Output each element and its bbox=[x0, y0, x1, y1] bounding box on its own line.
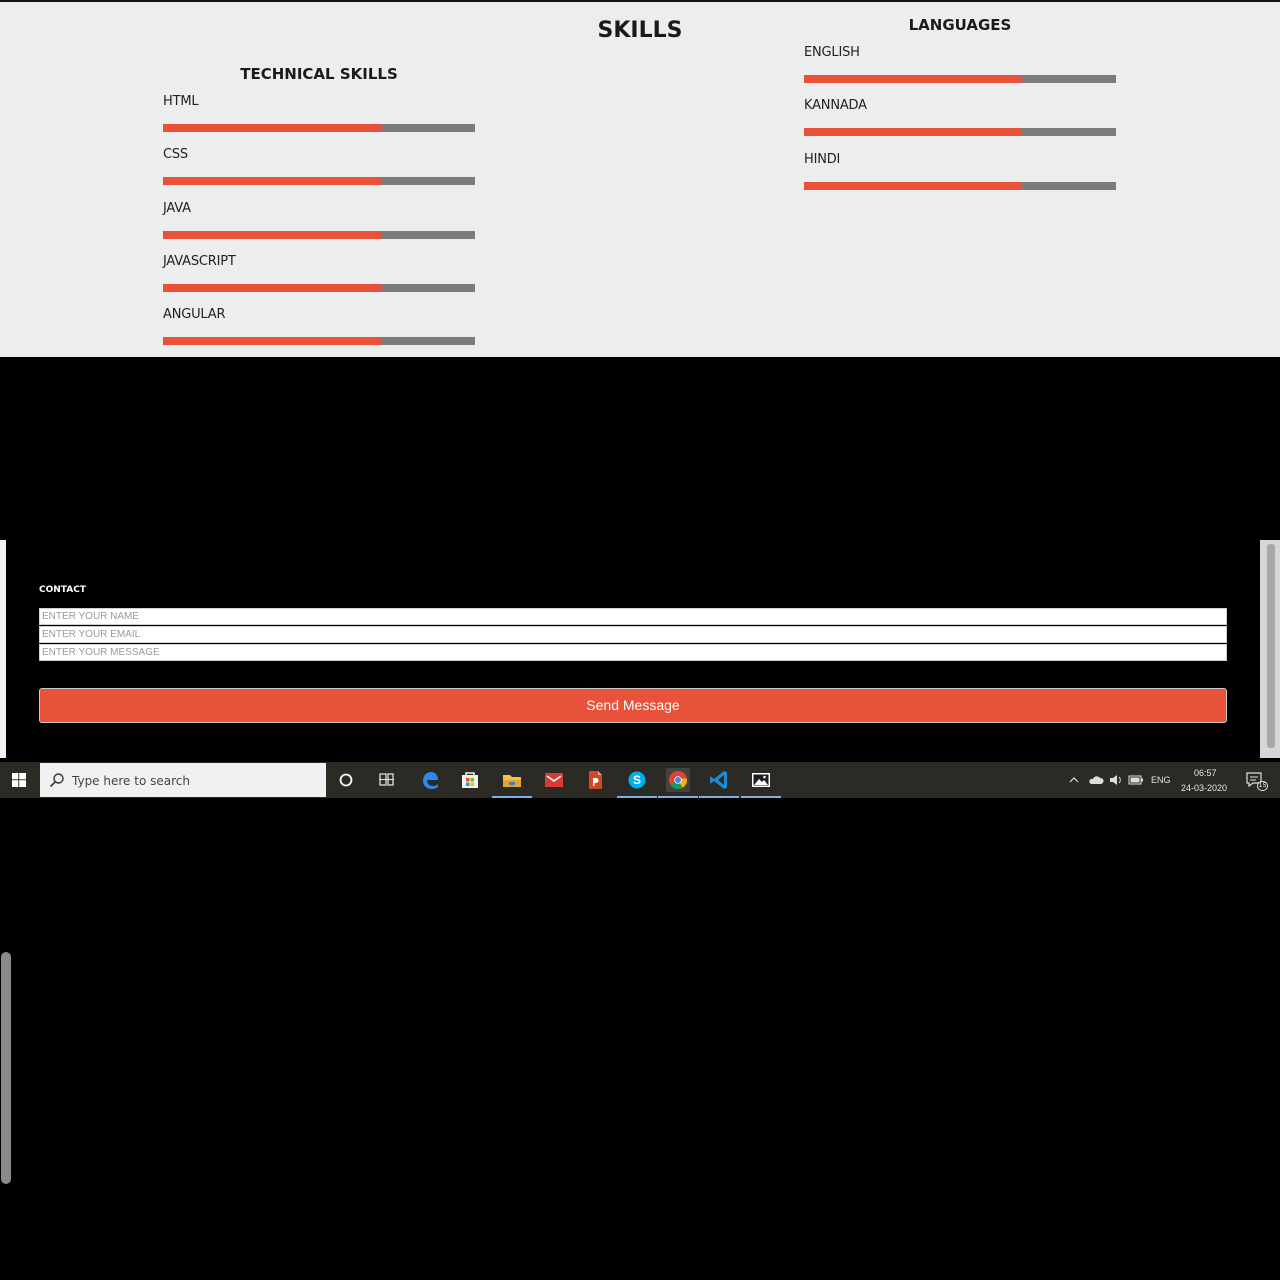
technical-skills-list: HTML CSS JAVA JAVASCRIPT ANGULAR bbox=[163, 94, 475, 360]
skill-progress-bar bbox=[163, 230, 475, 239]
skill-row: ANGULAR bbox=[163, 307, 475, 360]
left-scrollbar-thumb[interactable] bbox=[1, 952, 11, 1184]
photos-icon[interactable] bbox=[741, 768, 781, 798]
file-explorer-icon[interactable] bbox=[492, 768, 532, 798]
system-tray bbox=[1066, 762, 1156, 798]
languages-column: LANGUAGES ENGLISH KANNADA HINDI bbox=[804, 15, 1116, 205]
mail-app-icon[interactable] bbox=[542, 768, 566, 792]
skill-progress-bar bbox=[804, 181, 1116, 190]
svg-text:S: S bbox=[633, 773, 641, 787]
notification-count-badge: 15 bbox=[1257, 781, 1268, 791]
skill-progress-fill bbox=[163, 124, 382, 132]
skill-progress-fill bbox=[163, 230, 382, 239]
start-button[interactable] bbox=[0, 762, 38, 798]
technical-skills-column: TECHNICAL SKILLS HTML CSS JAVA JAVASCRIPT AN… bbox=[163, 64, 475, 360]
skill-name: HTML bbox=[163, 94, 199, 109]
volume-icon[interactable] bbox=[1108, 773, 1124, 787]
clock-time[interactable]: 06:57 bbox=[1194, 768, 1217, 778]
skill-row: JAVASCRIPT bbox=[163, 254, 475, 307]
windows-logo-icon bbox=[12, 773, 26, 787]
skill-name: ANGULAR bbox=[163, 307, 226, 323]
powerpoint-icon[interactable] bbox=[583, 768, 607, 792]
skill-row: ENGLISH bbox=[804, 45, 1116, 98]
clock-date[interactable]: 24-03-2020 bbox=[1181, 783, 1227, 793]
skype-icon[interactable]: S bbox=[617, 768, 657, 798]
taskbar-search-box[interactable]: Type here to search bbox=[40, 763, 326, 797]
skill-name: CSS bbox=[163, 147, 188, 163]
chevron-up-icon[interactable] bbox=[1068, 774, 1080, 786]
skill-row: HINDI bbox=[804, 152, 1116, 205]
skill-progress-fill bbox=[804, 181, 1023, 190]
edge-icon[interactable] bbox=[418, 768, 442, 792]
skill-name: HINDI bbox=[804, 151, 841, 167]
skill-progress-fill bbox=[163, 337, 382, 346]
skill-progress-fill bbox=[804, 75, 1023, 83]
languages-list: ENGLISH KANNADA HINDI bbox=[804, 45, 1116, 205]
input-language-indicator[interactable]: ENG bbox=[1151, 775, 1171, 785]
skills-section: SKILLS TECHNICAL SKILLS HTML CSS JAVA JAVAS… bbox=[0, 0, 1280, 357]
skill-name: KANNADA bbox=[804, 98, 867, 114]
skill-name: JAVASCRIPT bbox=[163, 253, 236, 269]
skill-name: JAVA bbox=[163, 200, 191, 216]
skill-progress-bar bbox=[163, 177, 475, 186]
skill-progress-fill bbox=[804, 128, 1023, 137]
cortana-icon[interactable] bbox=[334, 768, 358, 792]
languages-heading: LANGUAGES bbox=[908, 16, 1012, 34]
name-input[interactable]: ENTER YOUR NAME bbox=[39, 608, 1227, 625]
skill-row: HTML bbox=[163, 94, 475, 147]
technical-skills-heading: TECHNICAL SKILLS bbox=[240, 65, 398, 83]
skill-row: JAVA bbox=[163, 201, 475, 254]
windows-taskbar: Type here to search S ENG 06:57 24-03-20… bbox=[0, 762, 1280, 798]
chrome-icon[interactable] bbox=[658, 768, 698, 798]
skill-row: KANNADA bbox=[804, 98, 1116, 151]
action-center-button[interactable]: 15 bbox=[1244, 770, 1268, 792]
skill-progress-bar bbox=[804, 128, 1116, 137]
search-icon bbox=[49, 773, 64, 788]
skill-name: ENGLISH bbox=[804, 45, 860, 60]
message-input[interactable]: ENTER YOUR MESSAGE bbox=[39, 644, 1227, 661]
store-icon[interactable] bbox=[458, 768, 482, 792]
window-left-edge bbox=[0, 540, 6, 758]
onedrive-cloud-icon[interactable] bbox=[1088, 774, 1104, 786]
email-input[interactable]: ENTER YOUR EMAIL bbox=[39, 626, 1227, 643]
skill-progress-bar bbox=[804, 75, 1116, 83]
skill-progress-fill bbox=[163, 283, 382, 292]
skill-progress-bar bbox=[163, 337, 475, 346]
search-placeholder: Type here to search bbox=[72, 774, 190, 788]
skill-progress-bar bbox=[163, 124, 475, 132]
skill-progress-fill bbox=[163, 177, 382, 186]
contact-heading: CONTACT bbox=[39, 585, 86, 595]
battery-icon[interactable] bbox=[1128, 775, 1144, 785]
send-message-button[interactable]: Send Message bbox=[39, 688, 1227, 723]
vscode-icon[interactable] bbox=[699, 768, 739, 798]
skill-progress-bar bbox=[163, 283, 475, 292]
task-view-icon[interactable] bbox=[375, 768, 399, 792]
page-scrollbar-thumb[interactable] bbox=[1267, 544, 1275, 748]
skill-row: CSS bbox=[163, 147, 475, 200]
contact-section: CONTACT ENTER YOUR NAME ENTER YOUR EMAIL… bbox=[0, 540, 1280, 758]
